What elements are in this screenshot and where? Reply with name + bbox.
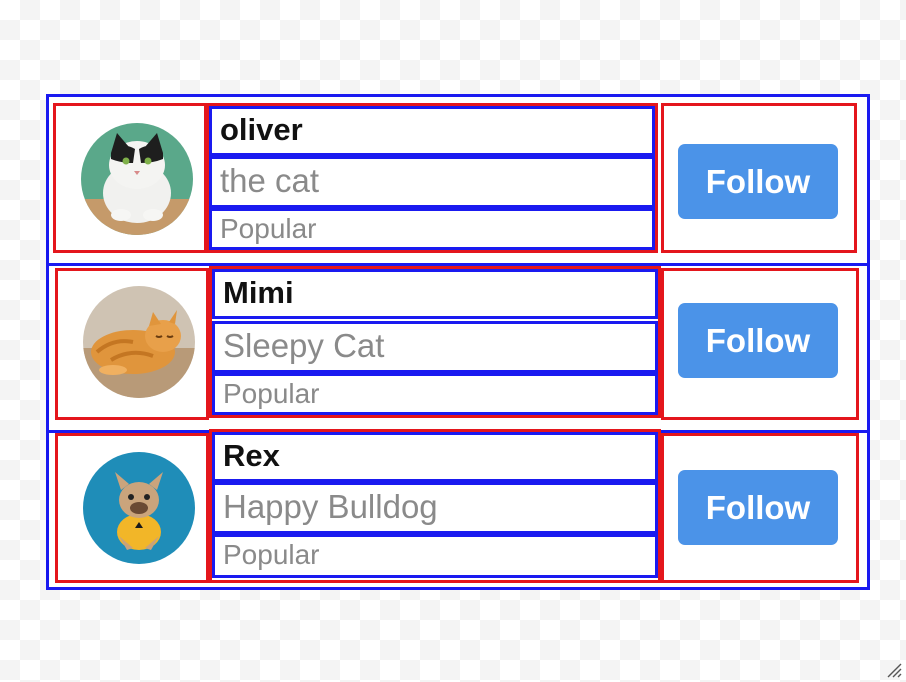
action-cell: Follow bbox=[661, 433, 859, 583]
user-subtitle: Sleepy Cat bbox=[212, 321, 658, 373]
avatar bbox=[83, 286, 195, 398]
text-cell: Rex Happy Bulldog Popular bbox=[209, 429, 661, 583]
follow-button[interactable]: Follow bbox=[678, 470, 838, 545]
text-cell: Mimi Sleepy Cat Popular bbox=[209, 266, 661, 418]
follow-button[interactable]: Follow bbox=[678, 303, 838, 378]
list-item: Mimi Sleepy Cat Popular Follow bbox=[49, 266, 867, 429]
avatar-cell bbox=[53, 103, 207, 253]
cat-orange-avatar-icon bbox=[83, 286, 195, 398]
bulldog-avatar-icon bbox=[83, 452, 195, 564]
user-tag: Popular bbox=[209, 208, 655, 250]
avatar bbox=[81, 123, 193, 235]
action-cell: Follow bbox=[661, 268, 859, 420]
user-subtitle: Happy Bulldog bbox=[212, 482, 658, 534]
user-tag: Popular bbox=[212, 534, 658, 578]
user-list: oliver the cat Popular Follow Mimi Sleep… bbox=[46, 94, 870, 590]
list-item: oliver the cat Popular Follow bbox=[49, 97, 867, 263]
action-cell: Follow bbox=[661, 103, 857, 253]
user-name: oliver bbox=[209, 106, 655, 156]
list-item: Rex Happy Bulldog Popular Follow bbox=[49, 429, 867, 587]
user-name: Rex bbox=[212, 432, 658, 482]
user-tag: Popular bbox=[212, 373, 658, 415]
avatar-cell bbox=[55, 433, 209, 583]
user-name: Mimi bbox=[212, 269, 658, 319]
user-subtitle: the cat bbox=[209, 156, 655, 208]
resize-handle-icon[interactable] bbox=[886, 662, 902, 678]
avatar-cell bbox=[55, 268, 209, 420]
avatar bbox=[83, 452, 195, 564]
follow-button[interactable]: Follow bbox=[678, 144, 838, 219]
cat-tuxedo-avatar-icon bbox=[81, 123, 193, 235]
text-cell: oliver the cat Popular bbox=[206, 103, 658, 253]
